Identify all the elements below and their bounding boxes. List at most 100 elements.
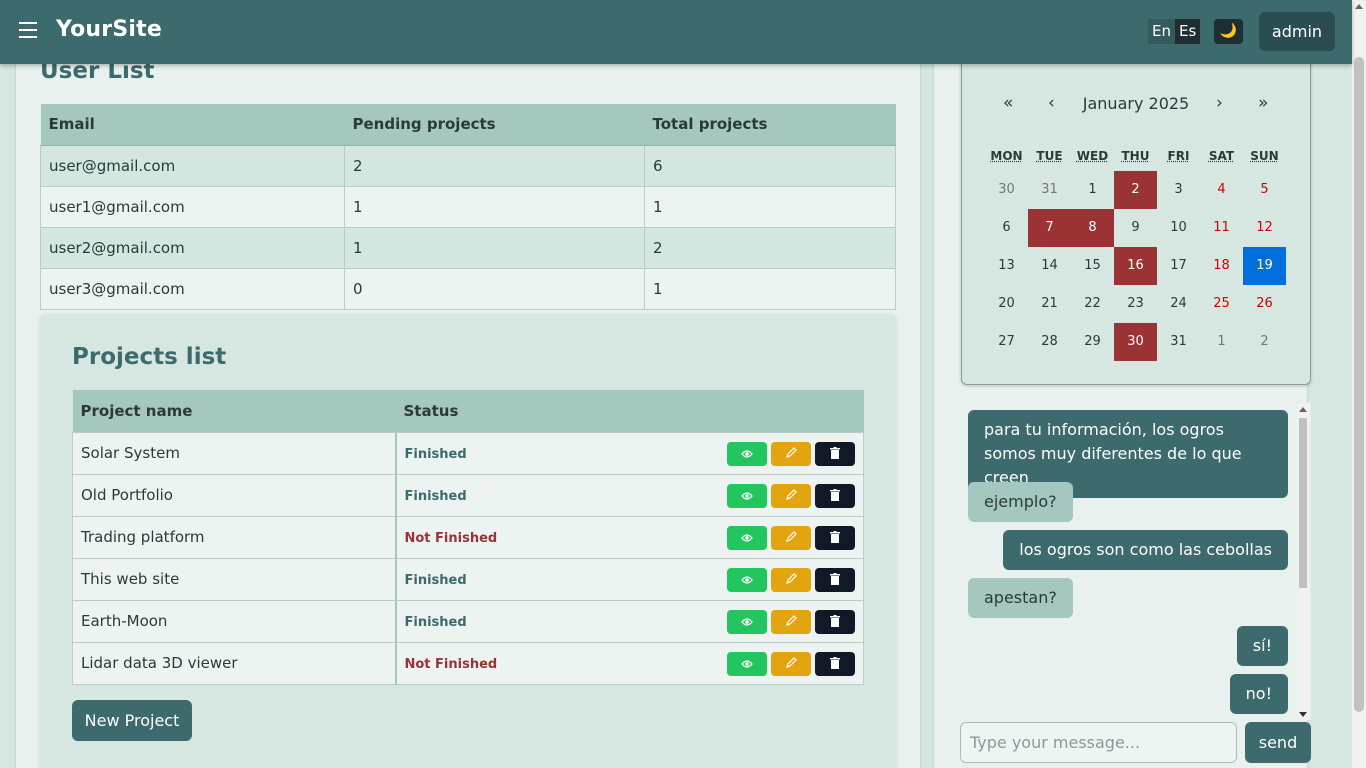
calendar-day[interactable]: 14 [1028,247,1071,285]
hamburger-menu-icon[interactable] [19,22,37,40]
calendar-day[interactable]: 31 [1028,171,1071,209]
project-status-cell: Not Finished [394,641,864,685]
pencil-icon [785,529,797,547]
calendar-day[interactable]: 13 [985,247,1028,285]
eye-icon [741,613,753,631]
row-actions [727,441,855,466]
scrollbar-thumb[interactable] [1354,57,1364,712]
projects-card: Projects list Project name Status Solar … [40,314,896,768]
column-pending-projects: Pending projects [344,104,645,146]
delete-project-button[interactable] [815,609,855,634]
delete-project-button[interactable] [815,651,855,676]
view-project-button[interactable] [727,609,767,634]
calendar-day[interactable]: 19 [1243,247,1286,285]
calendar-day[interactable]: 2 [1114,171,1157,209]
edit-project-button[interactable] [771,567,811,592]
calendar-day[interactable]: 1 [1200,323,1243,361]
trash-icon [830,655,840,673]
table-row: Lidar data 3D viewer Not Finished [72,641,864,685]
chat-scroll-up-icon[interactable] [1299,407,1307,412]
edit-project-button[interactable] [771,525,811,550]
edit-project-button[interactable] [771,609,811,634]
calendar-day[interactable]: 9 [1114,209,1157,247]
project-name: Earth-Moon [72,599,396,643]
projects-list-title: Projects list [72,344,227,370]
calendar-day[interactable]: 26 [1243,285,1286,323]
chat-message-received: ejemplo? [968,482,1073,522]
calendar-day[interactable]: 30 [1114,323,1157,361]
view-project-button[interactable] [727,525,767,550]
edit-project-button[interactable] [771,651,811,676]
delete-project-button[interactable] [815,441,855,466]
row-actions [727,525,855,550]
admin-menu-button[interactable]: admin [1259,12,1335,51]
column-project-name: Project name [72,390,396,432]
delete-project-button[interactable] [815,525,855,550]
lang-en-button[interactable]: En [1148,19,1175,44]
calendar-day[interactable]: 10 [1157,209,1200,247]
view-project-button[interactable] [727,483,767,508]
view-project-button[interactable] [727,567,767,592]
calendar-day[interactable]: 20 [985,285,1028,323]
calendar-day[interactable]: 24 [1157,285,1200,323]
view-project-button[interactable] [727,651,767,676]
calendar-day[interactable]: 2 [1243,323,1286,361]
calendar-day[interactable]: 30 [985,171,1028,209]
calendar-day[interactable]: 6 [985,209,1028,247]
calendar-day[interactable]: 21 [1028,285,1071,323]
calendar-day[interactable]: 5 [1243,171,1286,209]
user-total: 1 [644,185,896,228]
calendar-day[interactable]: 18 [1200,247,1243,285]
chat-scrollbar[interactable] [1297,404,1309,720]
chat-scroll-down-icon[interactable] [1299,712,1307,717]
calendar-day[interactable]: 1 [1071,171,1114,209]
weekday-label: THU [1121,149,1150,163]
calendar-day[interactable]: 22 [1071,285,1114,323]
calendar-day[interactable]: 23 [1114,285,1157,323]
lang-es-button[interactable]: Es [1174,19,1201,44]
calendar-day[interactable]: 15 [1071,247,1114,285]
calendar-day[interactable]: 12 [1243,209,1286,247]
site-brand[interactable]: YourSite [56,17,162,42]
project-name: Trading platform [72,515,396,559]
user-email: user@gmail.com [40,144,345,187]
calendar-day[interactable]: 27 [985,323,1028,361]
user-total: 2 [644,226,896,269]
eye-icon [741,529,753,547]
send-button[interactable]: send [1245,722,1311,763]
weekday-label: WED [1076,149,1109,163]
calendar-day[interactable]: 25 [1200,285,1243,323]
project-status-cell: Finished [394,473,864,517]
user-email: user3@gmail.com [40,267,345,310]
calendar-next-year-button[interactable]: » [1258,93,1268,113]
calendar-day[interactable]: 29 [1071,323,1114,361]
weekday-label: SUN [1250,149,1279,163]
calendar-day[interactable]: 28 [1028,323,1071,361]
new-project-button[interactable]: New Project [72,700,192,741]
calendar-day[interactable]: 3 [1157,171,1200,209]
calendar-day[interactable]: 16 [1114,247,1157,285]
chat-scrollbar-thumb[interactable] [1299,418,1307,588]
calendar-day[interactable]: 7 [1028,209,1071,247]
page-scrollbar[interactable] [1352,0,1366,768]
weekday-label: MON [990,149,1023,163]
view-project-button[interactable] [727,441,767,466]
calendar-next-month-button[interactable]: › [1216,93,1223,113]
calendar-day[interactable]: 17 [1157,247,1200,285]
delete-project-button[interactable] [815,567,855,592]
edit-project-button[interactable] [771,441,811,466]
scroll-up-icon[interactable] [1355,4,1363,9]
calendar-day[interactable]: 4 [1200,171,1243,209]
delete-project-button[interactable] [815,483,855,508]
chat-message-input[interactable]: Type your message... [960,722,1237,763]
calendar-day[interactable]: 31 [1157,323,1200,361]
project-name: Old Portfolio [72,473,396,517]
calendar-day[interactable]: 8 [1071,209,1114,247]
chat-message-received: apestan? [968,578,1073,618]
eye-icon [741,445,753,463]
edit-project-button[interactable] [771,483,811,508]
chat-message-sent: no! [1229,674,1288,714]
theme-toggle-moon-icon[interactable]: 🌙 [1214,19,1243,44]
table-row: user3@gmail.com 0 1 [40,267,896,310]
calendar-day[interactable]: 11 [1200,209,1243,247]
